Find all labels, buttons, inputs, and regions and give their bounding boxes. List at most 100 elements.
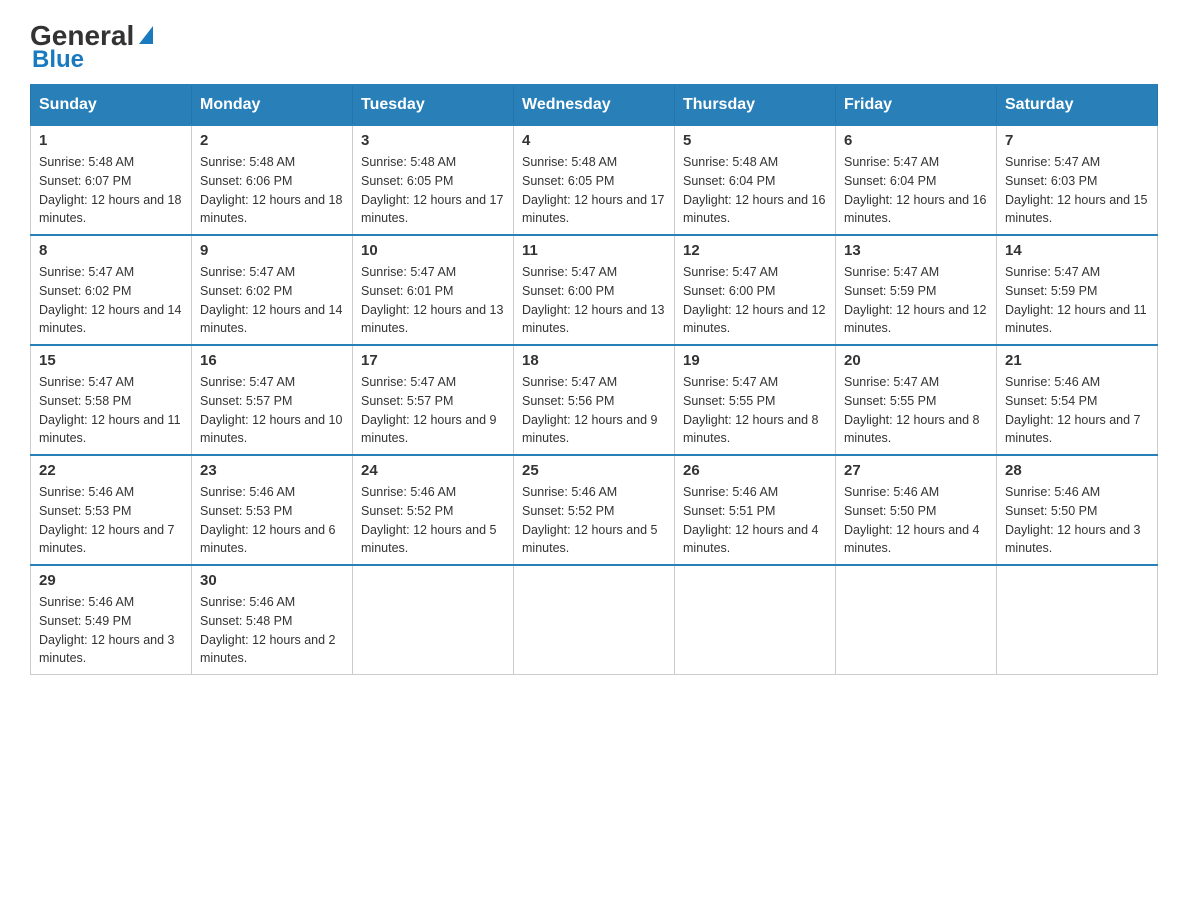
calendar-header-friday: Friday (836, 85, 997, 125)
day-number: 17 (361, 352, 505, 369)
calendar-cell: 13 Sunrise: 5:47 AM Sunset: 5:59 PM Dayl… (836, 235, 997, 345)
day-number: 21 (1005, 352, 1149, 369)
day-number: 18 (522, 352, 666, 369)
calendar-cell: 6 Sunrise: 5:47 AM Sunset: 6:04 PM Dayli… (836, 125, 997, 235)
calendar-header-tuesday: Tuesday (353, 85, 514, 125)
calendar-cell: 29 Sunrise: 5:46 AM Sunset: 5:49 PM Dayl… (31, 565, 192, 675)
day-number: 10 (361, 242, 505, 259)
day-info: Sunrise: 5:47 AM Sunset: 6:02 PM Dayligh… (200, 263, 344, 338)
day-info: Sunrise: 5:48 AM Sunset: 6:07 PM Dayligh… (39, 153, 183, 228)
calendar-cell: 30 Sunrise: 5:46 AM Sunset: 5:48 PM Dayl… (192, 565, 353, 675)
calendar-cell: 2 Sunrise: 5:48 AM Sunset: 6:06 PM Dayli… (192, 125, 353, 235)
day-info: Sunrise: 5:48 AM Sunset: 6:04 PM Dayligh… (683, 153, 827, 228)
day-info: Sunrise: 5:46 AM Sunset: 5:51 PM Dayligh… (683, 483, 827, 558)
day-info: Sunrise: 5:47 AM Sunset: 5:55 PM Dayligh… (844, 373, 988, 448)
day-number: 26 (683, 462, 827, 479)
day-info: Sunrise: 5:46 AM Sunset: 5:53 PM Dayligh… (39, 483, 183, 558)
logo-triangle-icon (139, 26, 153, 44)
day-number: 9 (200, 242, 344, 259)
day-number: 13 (844, 242, 988, 259)
day-number: 12 (683, 242, 827, 259)
calendar-cell: 15 Sunrise: 5:47 AM Sunset: 5:58 PM Dayl… (31, 345, 192, 455)
calendar-cell: 16 Sunrise: 5:47 AM Sunset: 5:57 PM Dayl… (192, 345, 353, 455)
calendar-cell: 26 Sunrise: 5:46 AM Sunset: 5:51 PM Dayl… (675, 455, 836, 565)
day-info: Sunrise: 5:47 AM Sunset: 6:01 PM Dayligh… (361, 263, 505, 338)
day-info: Sunrise: 5:47 AM Sunset: 5:57 PM Dayligh… (361, 373, 505, 448)
day-number: 23 (200, 462, 344, 479)
day-info: Sunrise: 5:48 AM Sunset: 6:05 PM Dayligh… (522, 153, 666, 228)
calendar-cell: 4 Sunrise: 5:48 AM Sunset: 6:05 PM Dayli… (514, 125, 675, 235)
calendar-cell: 1 Sunrise: 5:48 AM Sunset: 6:07 PM Dayli… (31, 125, 192, 235)
calendar-cell: 27 Sunrise: 5:46 AM Sunset: 5:50 PM Dayl… (836, 455, 997, 565)
day-info: Sunrise: 5:48 AM Sunset: 6:06 PM Dayligh… (200, 153, 344, 228)
calendar-cell: 22 Sunrise: 5:46 AM Sunset: 5:53 PM Dayl… (31, 455, 192, 565)
calendar-cell (997, 565, 1158, 675)
day-info: Sunrise: 5:47 AM Sunset: 6:00 PM Dayligh… (683, 263, 827, 338)
calendar-cell: 25 Sunrise: 5:46 AM Sunset: 5:52 PM Dayl… (514, 455, 675, 565)
day-info: Sunrise: 5:46 AM Sunset: 5:54 PM Dayligh… (1005, 373, 1149, 448)
day-number: 7 (1005, 132, 1149, 149)
day-number: 28 (1005, 462, 1149, 479)
day-number: 8 (39, 242, 183, 259)
calendar-cell: 14 Sunrise: 5:47 AM Sunset: 5:59 PM Dayl… (997, 235, 1158, 345)
calendar-cell: 10 Sunrise: 5:47 AM Sunset: 6:01 PM Dayl… (353, 235, 514, 345)
calendar-header-saturday: Saturday (997, 85, 1158, 125)
day-info: Sunrise: 5:48 AM Sunset: 6:05 PM Dayligh… (361, 153, 505, 228)
calendar-cell (675, 565, 836, 675)
calendar-cell: 17 Sunrise: 5:47 AM Sunset: 5:57 PM Dayl… (353, 345, 514, 455)
calendar-week-3: 15 Sunrise: 5:47 AM Sunset: 5:58 PM Dayl… (31, 345, 1158, 455)
calendar-week-4: 22 Sunrise: 5:46 AM Sunset: 5:53 PM Dayl… (31, 455, 1158, 565)
day-number: 27 (844, 462, 988, 479)
calendar-header-row: SundayMondayTuesdayWednesdayThursdayFrid… (31, 85, 1158, 125)
calendar-cell: 8 Sunrise: 5:47 AM Sunset: 6:02 PM Dayli… (31, 235, 192, 345)
day-number: 14 (1005, 242, 1149, 259)
calendar-cell: 7 Sunrise: 5:47 AM Sunset: 6:03 PM Dayli… (997, 125, 1158, 235)
calendar-cell: 19 Sunrise: 5:47 AM Sunset: 5:55 PM Dayl… (675, 345, 836, 455)
day-number: 3 (361, 132, 505, 149)
logo-blue: Blue (30, 46, 84, 74)
day-info: Sunrise: 5:47 AM Sunset: 6:00 PM Dayligh… (522, 263, 666, 338)
calendar-cell: 3 Sunrise: 5:48 AM Sunset: 6:05 PM Dayli… (353, 125, 514, 235)
day-number: 6 (844, 132, 988, 149)
day-info: Sunrise: 5:46 AM Sunset: 5:50 PM Dayligh… (844, 483, 988, 558)
day-number: 1 (39, 132, 183, 149)
calendar-cell: 12 Sunrise: 5:47 AM Sunset: 6:00 PM Dayl… (675, 235, 836, 345)
calendar-cell: 5 Sunrise: 5:48 AM Sunset: 6:04 PM Dayli… (675, 125, 836, 235)
day-info: Sunrise: 5:47 AM Sunset: 5:57 PM Dayligh… (200, 373, 344, 448)
calendar-week-5: 29 Sunrise: 5:46 AM Sunset: 5:49 PM Dayl… (31, 565, 1158, 675)
day-number: 11 (522, 242, 666, 259)
calendar-cell: 20 Sunrise: 5:47 AM Sunset: 5:55 PM Dayl… (836, 345, 997, 455)
day-info: Sunrise: 5:47 AM Sunset: 5:59 PM Dayligh… (1005, 263, 1149, 338)
day-info: Sunrise: 5:46 AM Sunset: 5:52 PM Dayligh… (522, 483, 666, 558)
calendar-cell: 18 Sunrise: 5:47 AM Sunset: 5:56 PM Dayl… (514, 345, 675, 455)
calendar-cell: 23 Sunrise: 5:46 AM Sunset: 5:53 PM Dayl… (192, 455, 353, 565)
day-info: Sunrise: 5:47 AM Sunset: 5:55 PM Dayligh… (683, 373, 827, 448)
calendar-header-wednesday: Wednesday (514, 85, 675, 125)
calendar-table: SundayMondayTuesdayWednesdayThursdayFrid… (30, 84, 1158, 675)
calendar-header-monday: Monday (192, 85, 353, 125)
calendar-week-1: 1 Sunrise: 5:48 AM Sunset: 6:07 PM Dayli… (31, 125, 1158, 235)
calendar-cell: 11 Sunrise: 5:47 AM Sunset: 6:00 PM Dayl… (514, 235, 675, 345)
calendar-cell: 21 Sunrise: 5:46 AM Sunset: 5:54 PM Dayl… (997, 345, 1158, 455)
day-number: 15 (39, 352, 183, 369)
logo: General Blue (30, 20, 153, 74)
calendar-cell (836, 565, 997, 675)
day-info: Sunrise: 5:46 AM Sunset: 5:53 PM Dayligh… (200, 483, 344, 558)
day-info: Sunrise: 5:47 AM Sunset: 5:58 PM Dayligh… (39, 373, 183, 448)
day-info: Sunrise: 5:47 AM Sunset: 5:59 PM Dayligh… (844, 263, 988, 338)
day-number: 30 (200, 572, 344, 589)
day-info: Sunrise: 5:47 AM Sunset: 5:56 PM Dayligh… (522, 373, 666, 448)
day-number: 22 (39, 462, 183, 479)
day-number: 2 (200, 132, 344, 149)
calendar-cell: 28 Sunrise: 5:46 AM Sunset: 5:50 PM Dayl… (997, 455, 1158, 565)
calendar-cell (514, 565, 675, 675)
calendar-cell: 9 Sunrise: 5:47 AM Sunset: 6:02 PM Dayli… (192, 235, 353, 345)
day-info: Sunrise: 5:46 AM Sunset: 5:50 PM Dayligh… (1005, 483, 1149, 558)
day-number: 24 (361, 462, 505, 479)
calendar-header-thursday: Thursday (675, 85, 836, 125)
day-info: Sunrise: 5:47 AM Sunset: 6:04 PM Dayligh… (844, 153, 988, 228)
calendar-cell (353, 565, 514, 675)
day-number: 25 (522, 462, 666, 479)
calendar-cell: 24 Sunrise: 5:46 AM Sunset: 5:52 PM Dayl… (353, 455, 514, 565)
day-number: 16 (200, 352, 344, 369)
